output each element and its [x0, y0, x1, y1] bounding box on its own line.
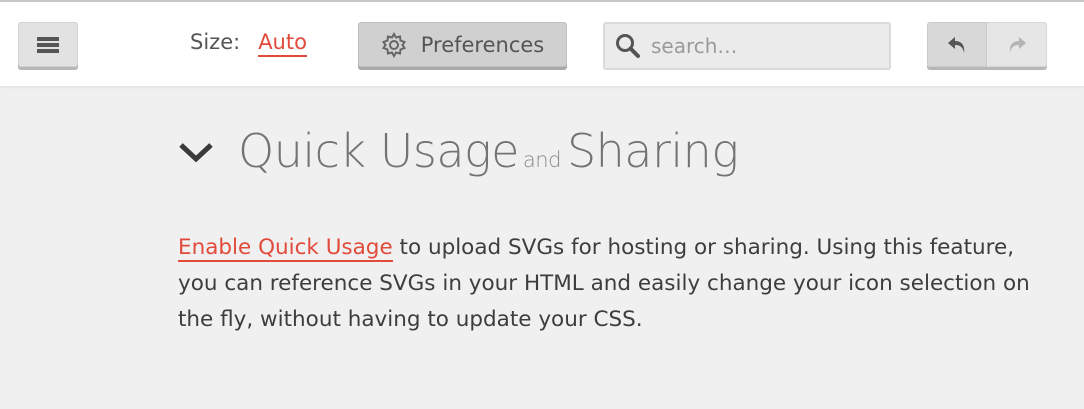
gear-icon	[381, 31, 406, 58]
size-value-dropdown[interactable]: Auto	[258, 30, 307, 57]
section-title-and: and	[522, 148, 562, 172]
chevron-down-icon[interactable]	[178, 140, 214, 164]
section-title-part2: Sharing	[566, 124, 739, 178]
search-input[interactable]	[649, 33, 873, 59]
section-title: Quick Usage and Sharing	[238, 124, 739, 178]
menu-button[interactable]	[18, 22, 78, 67]
top-toolbar: Size: Auto Preferences	[0, 0, 1084, 86]
section-title-part1: Quick Usage	[238, 124, 519, 178]
hamburger-icon	[37, 36, 59, 53]
redo-button[interactable]	[987, 22, 1047, 67]
size-label: Size:	[190, 30, 241, 54]
preferences-button[interactable]: Preferences	[358, 22, 567, 67]
search-icon	[616, 34, 640, 58]
size-control: Size: Auto	[190, 30, 307, 57]
undo-button[interactable]	[927, 22, 987, 67]
redo-icon	[1009, 36, 1026, 53]
enable-quick-usage-link[interactable]: Enable Quick Usage	[178, 235, 393, 262]
undo-icon	[948, 36, 965, 53]
preferences-label: Preferences	[420, 32, 545, 57]
section-description: Enable Quick Usage to upload SVGs for ho…	[178, 230, 1038, 338]
search-box	[603, 22, 891, 70]
history-buttons	[927, 22, 1047, 67]
